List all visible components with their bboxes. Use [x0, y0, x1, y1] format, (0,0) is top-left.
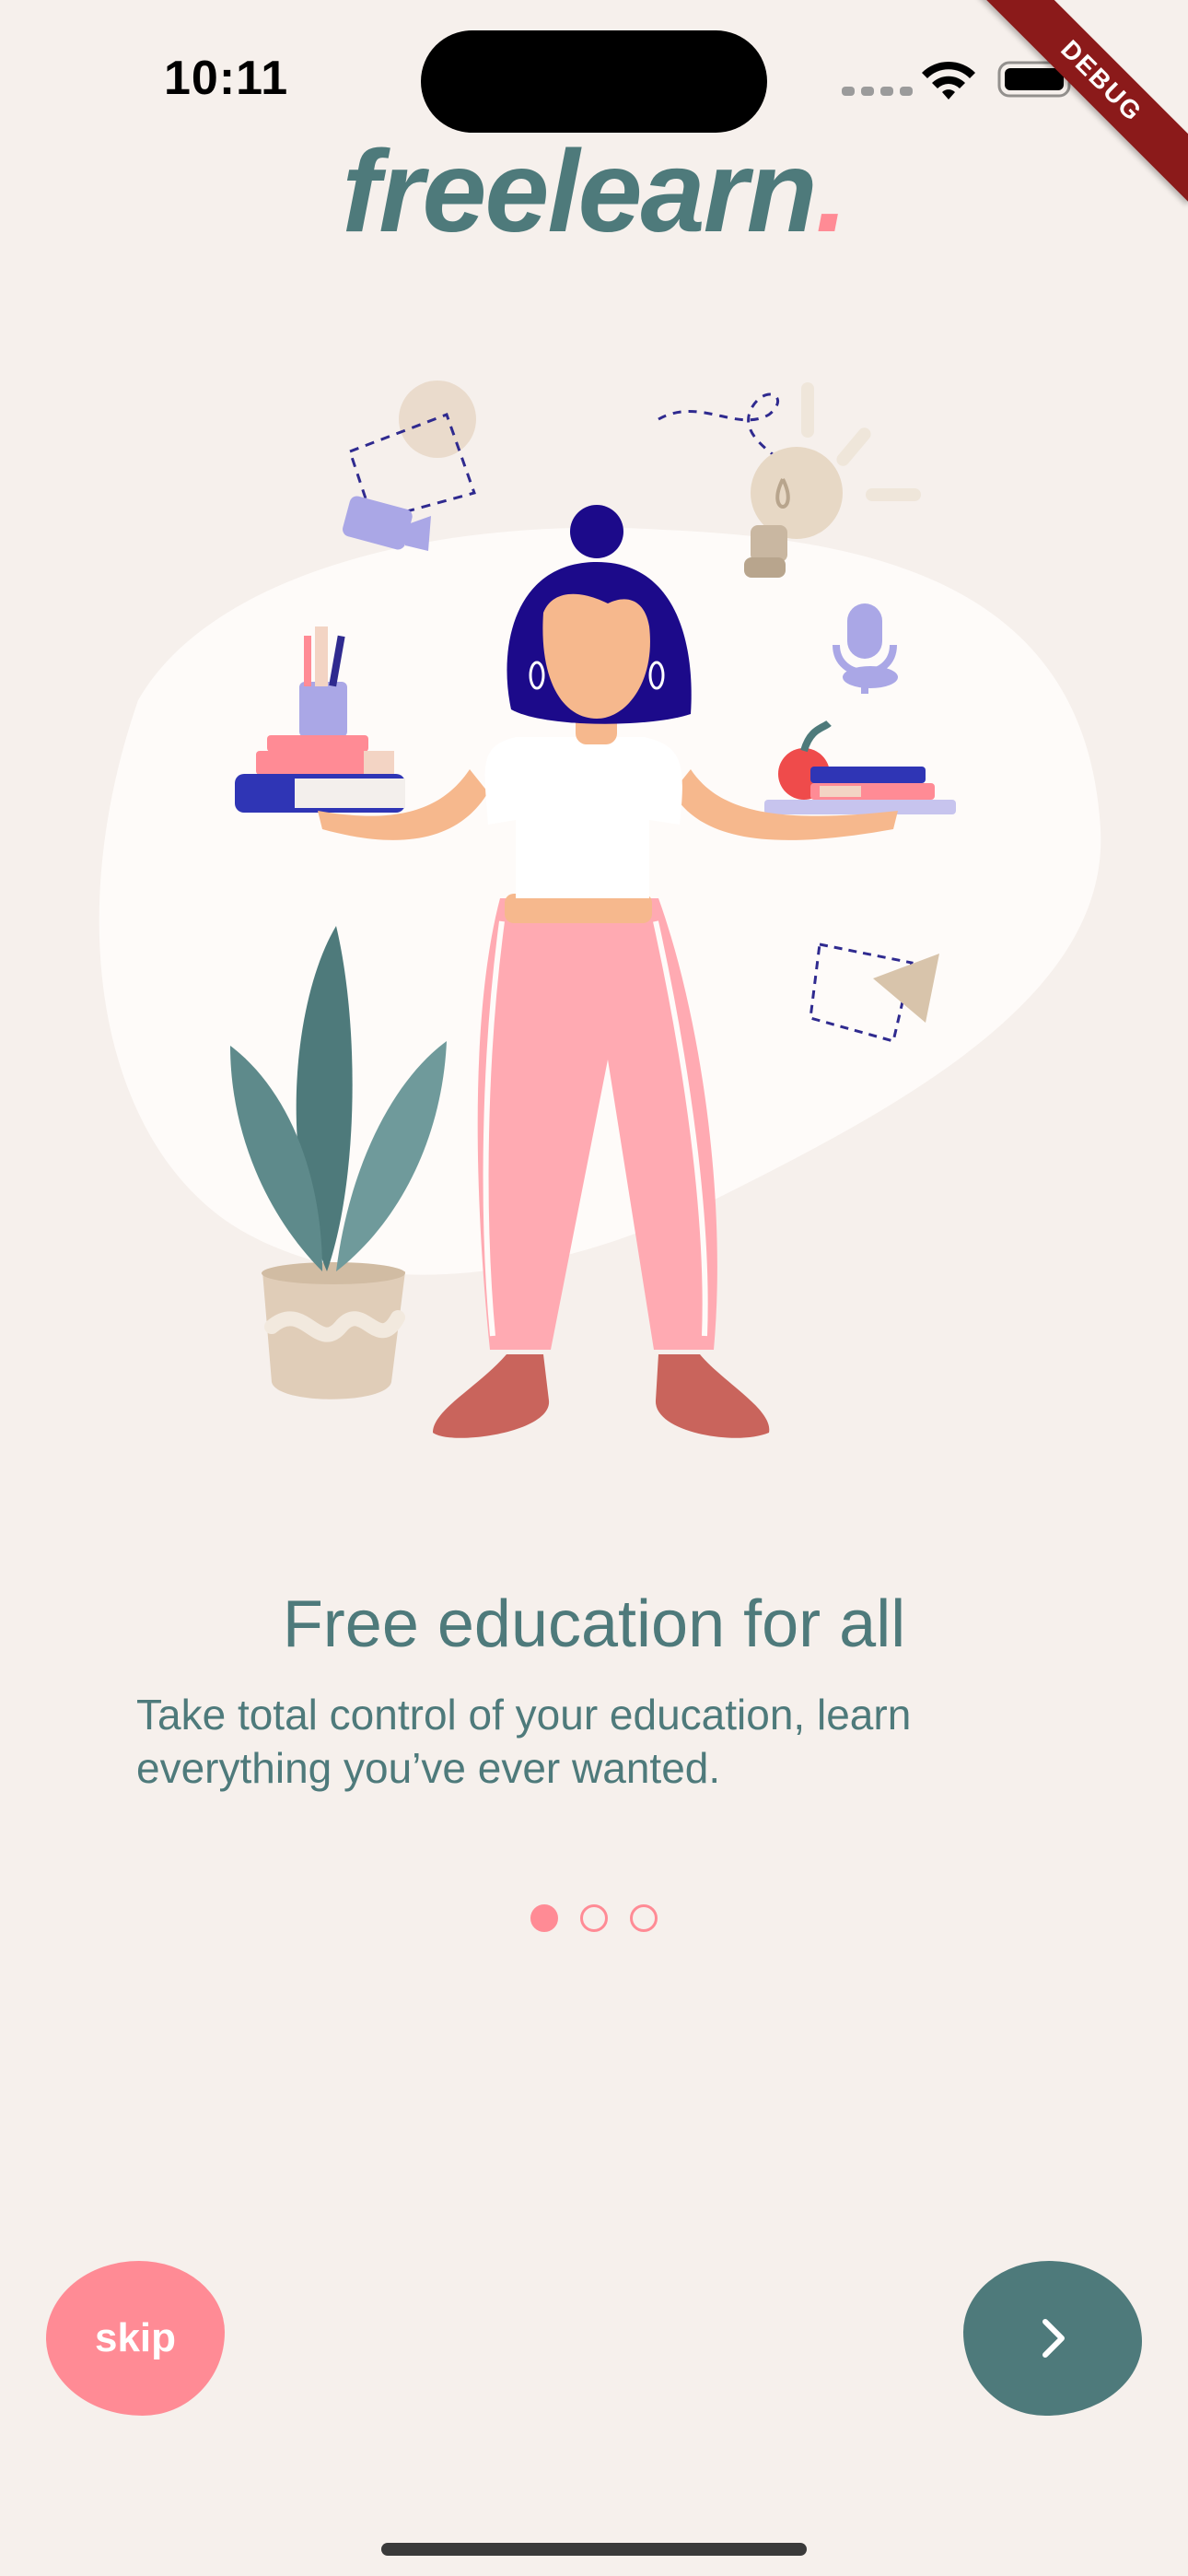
page-indicator — [0, 1904, 1188, 1932]
logo-text: freelearn — [342, 126, 817, 256]
chevron-right-icon — [1042, 2319, 1065, 2358]
logo-dot: . — [815, 126, 848, 256]
status-time: 10:11 — [164, 52, 289, 105]
dynamic-island — [421, 30, 767, 133]
app-logo: freelearn. — [0, 127, 1188, 256]
onboarding-title: Free education for all — [282, 1587, 906, 1661]
page-dot-2[interactable] — [580, 1904, 608, 1932]
cellular-signal-icon — [842, 87, 913, 96]
skip-button[interactable]: skip — [46, 2261, 225, 2416]
page-dot-3[interactable] — [630, 1904, 658, 1932]
onboarding-description: Take total control of your education, le… — [136, 1691, 912, 1792]
onboarding-illustration — [99, 381, 1101, 1438]
home-indicator[interactable] — [381, 2543, 807, 2556]
page-dot-1[interactable] — [530, 1904, 558, 1932]
next-button[interactable] — [963, 2261, 1142, 2416]
wifi-icon — [922, 61, 975, 100]
